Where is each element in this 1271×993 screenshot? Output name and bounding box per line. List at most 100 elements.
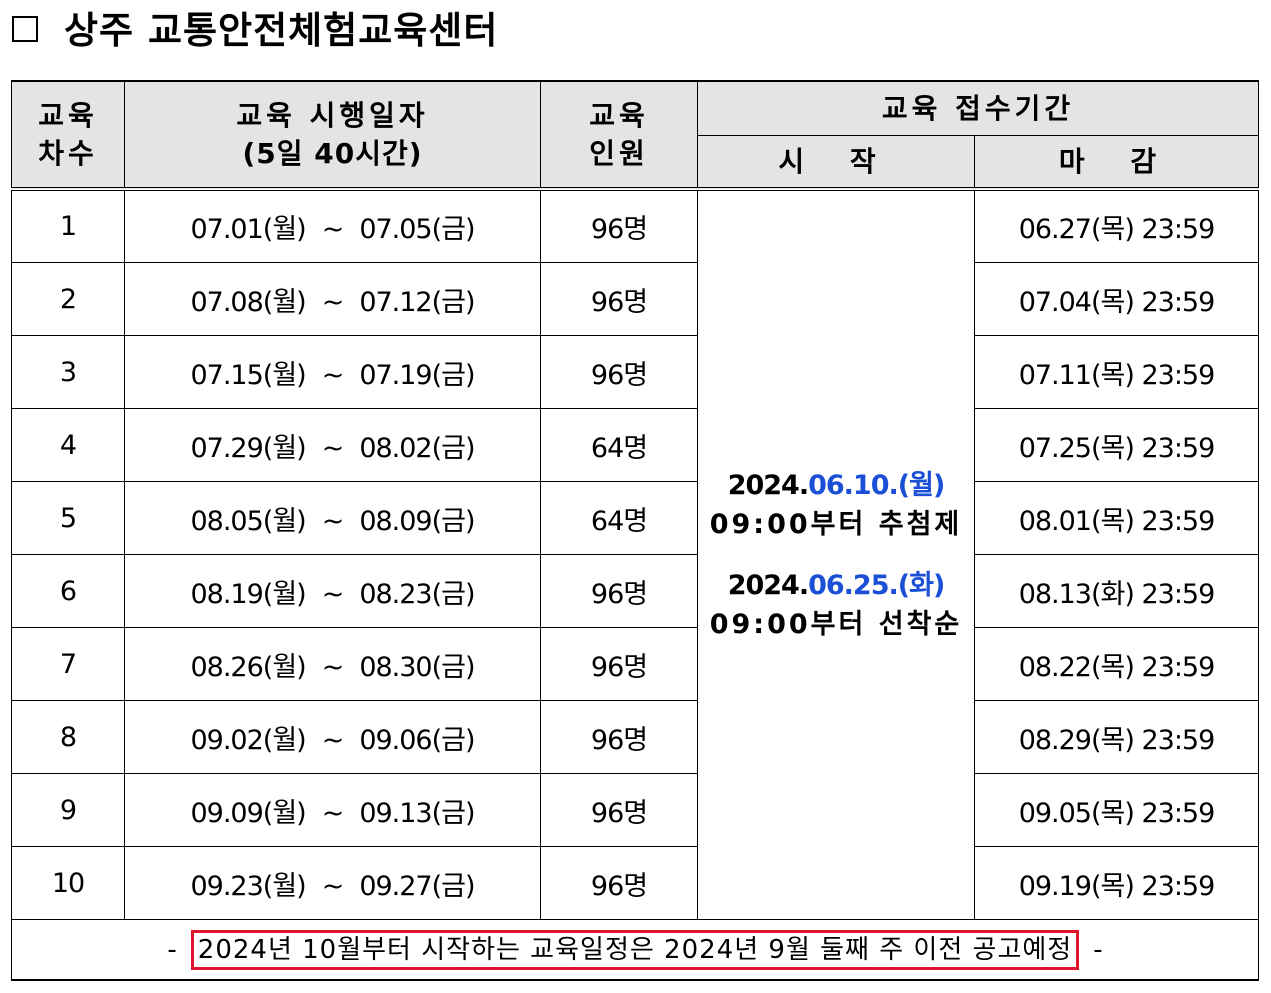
date-tilde: ~ — [321, 870, 345, 902]
deadline-cell: 09.05(목) 23:59 — [974, 773, 1259, 847]
header-round-line1: 교육 — [38, 98, 98, 132]
table-row: 5 08.05(월) ~08.09(금) 64명 08.01(목) 23:59 — [11, 481, 1259, 555]
date-tilde: ~ — [321, 359, 345, 391]
people-cell: 96명 — [540, 700, 698, 774]
dates-cell: 08.19(월) ~08.23(금) — [124, 554, 541, 628]
date-to: 08.23(금) — [359, 578, 475, 610]
round-cell: 9 — [11, 773, 125, 847]
date-tilde: ~ — [321, 797, 345, 829]
round-cell: 3 — [11, 335, 125, 409]
date-to: 09.27(금) — [359, 870, 475, 902]
dates-cell: 09.02(월) ~09.06(금) — [124, 700, 541, 774]
deadline-cell: 08.01(목) 23:59 — [974, 481, 1259, 555]
start-second-year: 2024. — [727, 570, 809, 601]
date-tilde: ~ — [321, 286, 345, 318]
dates-cell: 08.26(월) ~08.30(금) — [124, 627, 541, 701]
round-cell: 5 — [11, 481, 125, 555]
header-people: 교육 인원 — [540, 80, 698, 191]
date-from: 09.02(월) — [190, 724, 306, 756]
header-dates-line2: (5일 40시간) — [242, 136, 423, 170]
footer-dash-left: - — [167, 934, 177, 965]
dates-cell: 09.09(월) ~09.13(금) — [124, 773, 541, 847]
date-to: 07.12(금) — [359, 286, 475, 318]
deadline-cell: 07.25(목) 23:59 — [974, 408, 1259, 482]
round-cell: 7 — [11, 627, 125, 701]
header-round-line2: 차수 — [38, 136, 98, 170]
date-from: 08.19(월) — [190, 578, 306, 610]
table-row: 3 07.15(월) ~07.19(금) 96명 07.11(목) 23:59 — [11, 335, 1259, 409]
people-cell: 96명 — [540, 846, 698, 920]
date-from: 07.08(월) — [190, 286, 306, 318]
people-cell: 96명 — [540, 335, 698, 409]
date-to: 08.09(금) — [359, 505, 475, 537]
deadline-cell: 07.11(목) 23:59 — [974, 335, 1259, 409]
round-cell: 4 — [11, 408, 125, 482]
table-row: 4 07.29(월) ~08.02(금) 64명 07.25(목) 23:59 — [11, 408, 1259, 482]
start-second-weekday: (화) — [897, 570, 946, 601]
date-tilde: ~ — [321, 651, 345, 683]
header-reception: 교육 접수기간 — [697, 80, 1259, 136]
dates-cell: 09.23(월) ~09.27(금) — [124, 846, 541, 920]
table-row: 9 09.09(월) ~09.13(금) 96명 09.05(목) 23:59 — [11, 773, 1259, 847]
people-cell: 96명 — [540, 627, 698, 701]
header-people-line1: 교육 — [589, 98, 649, 132]
header-end: 마 감 — [974, 135, 1259, 191]
table-row: 2 07.08(월) ~07.12(금) 96명 07.04(목) 23:59 — [11, 262, 1259, 336]
round-cell: 8 — [11, 700, 125, 774]
start-first-date: 2024.06.10.(월) — [698, 466, 974, 505]
date-tilde: ~ — [321, 505, 345, 537]
table-row: 1 07.01(월) ~07.05(금) 96명 2024.06.10.(월) 09:00… — [11, 188, 1259, 920]
start-second-desc: 09:00부터 선착순 — [709, 609, 963, 640]
table-row: 6 08.19(월) ~08.23(금) 96명 08.13(화) 23:59 — [11, 554, 1259, 628]
start-second-monthday: 06.25. — [808, 570, 899, 601]
page-title: 상주 교통안전체험교육센터 — [12, 2, 498, 52]
table-row: 10 09.23(월) ~09.27(금) 96명 09.19(목) 23:59 — [11, 846, 1259, 920]
people-cell: 96명 — [540, 554, 698, 628]
round-cell: 2 — [11, 262, 125, 336]
header-dates: 교육 시행일자 (5일 40시간) — [124, 80, 541, 191]
dates-cell: 08.05(월) ~08.09(금) — [124, 481, 541, 555]
date-from: 07.15(월) — [190, 359, 306, 391]
footer-note: 2024년 10월부터 시작하는 교육일정은 2024년 9월 둘째 주 이전 … — [190, 929, 1080, 970]
dates-cell: 07.01(월) ~07.05(금) — [124, 188, 541, 263]
header-start: 시 작 — [697, 135, 975, 191]
table-header: 교육 차수 교육 시행일자 (5일 40시간) 교육 인원 교육 접수기간 시 … — [11, 80, 1259, 191]
deadline-cell: 06.27(목) 23:59 — [974, 188, 1259, 263]
people-cell: 96명 — [540, 262, 698, 336]
people-cell: 96명 — [540, 773, 698, 847]
start-first-year: 2024. — [727, 470, 809, 501]
schedule-table: 교육 차수 교육 시행일자 (5일 40시간) 교육 인원 교육 접수기간 시 … — [11, 80, 1259, 981]
start-first-desc: 09:00부터 추첨제 — [709, 509, 963, 540]
date-to: 07.05(금) — [359, 214, 475, 245]
dates-cell: 07.29(월) ~08.02(금) — [124, 408, 541, 482]
date-to: 09.13(금) — [359, 797, 475, 829]
date-from: 09.23(월) — [190, 870, 306, 902]
date-from: 09.09(월) — [190, 797, 306, 829]
date-from: 07.01(월) — [190, 214, 306, 245]
table-row: 7 08.26(월) ~08.30(금) 96명 08.22(목) 23:59 — [11, 627, 1259, 701]
header-people-line2: 인원 — [589, 136, 649, 170]
header-dates-line1: 교육 시행일자 — [236, 98, 429, 132]
date-from: 07.29(월) — [190, 432, 306, 464]
start-second-date: 2024.06.25.(화) — [698, 566, 974, 605]
date-from: 08.26(월) — [190, 651, 306, 683]
footer-dash-right: - — [1093, 934, 1103, 965]
date-tilde: ~ — [321, 214, 345, 245]
round-cell: 10 — [11, 846, 125, 920]
date-to: 08.30(금) — [359, 651, 475, 683]
deadline-cell: 08.29(목) 23:59 — [974, 700, 1259, 774]
start-cell: 2024.06.10.(월) 09:00부터 추첨제 2024.06.25.(화) 0… — [697, 188, 975, 920]
round-cell: 1 — [11, 188, 125, 263]
date-to: 07.19(금) — [359, 359, 475, 391]
date-to: 09.06(금) — [359, 724, 475, 756]
date-tilde: ~ — [321, 724, 345, 756]
start-first-monthday: 06.10. — [808, 470, 899, 501]
header-round: 교육 차수 — [11, 80, 125, 191]
deadline-cell: 09.19(목) 23:59 — [974, 846, 1259, 920]
people-cell: 64명 — [540, 481, 698, 555]
deadline-cell: 08.22(목) 23:59 — [974, 627, 1259, 701]
deadline-cell: 08.13(화) 23:59 — [974, 554, 1259, 628]
date-tilde: ~ — [321, 578, 345, 610]
round-cell: 6 — [11, 554, 125, 628]
date-from: 08.05(월) — [190, 505, 306, 537]
